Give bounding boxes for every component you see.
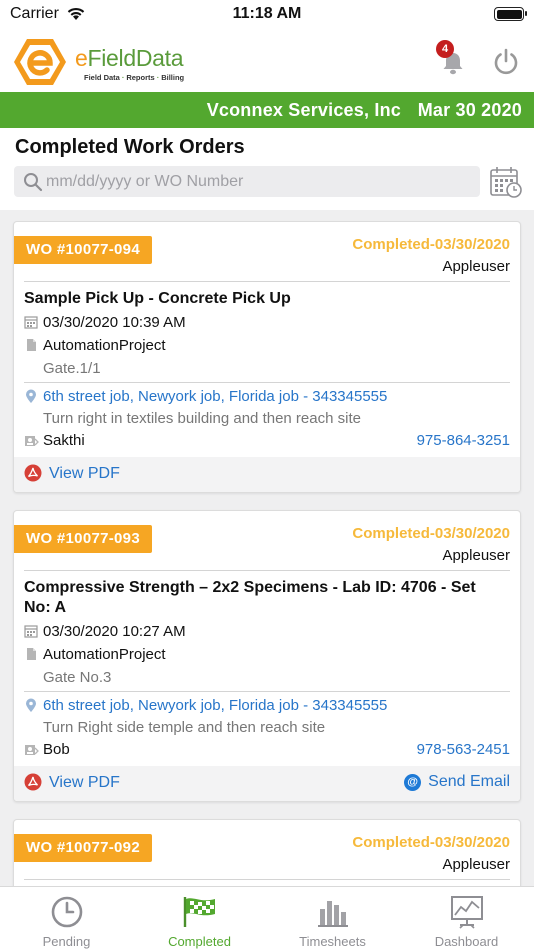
bar-chart-icon <box>316 895 350 934</box>
page-title: Completed Work Orders <box>15 136 245 158</box>
location-row[interactable]: 6th street job, Newyork job, Florida job… <box>24 696 510 716</box>
tab-pending[interactable]: Pending <box>0 887 133 950</box>
calendar-clock-icon <box>490 167 522 198</box>
datetime-row: 03/30/2020 10:39 AM <box>24 313 510 333</box>
document-icon <box>24 647 38 665</box>
pdf-icon <box>24 464 42 482</box>
job-title: Compressive Strength – 2x2 Specimens - L… <box>24 579 476 616</box>
card-actions: View PDF <box>14 457 520 492</box>
notification-badge: 4 <box>436 40 454 58</box>
work-order-list[interactable]: WO #10077-094 Completed-03/30/2020 Apple… <box>0 210 534 886</box>
logo-wordmark: eFieldData <box>75 45 184 71</box>
phone-link[interactable]: 978-563-2451 <box>417 741 510 758</box>
completed-status: Completed-03/30/2020 <box>352 525 510 542</box>
company-name: Vconnex Services, Inc <box>206 100 401 120</box>
battery-icon <box>494 7 527 21</box>
search-icon <box>23 172 43 197</box>
location-link[interactable]: 6th street job, Newyork job, Florida job… <box>43 697 387 714</box>
completed-status: Completed-03/30/2020 <box>352 834 510 851</box>
clock-time: 11:18 AM <box>232 5 302 22</box>
contact-row: Bob 978-563-2451 <box>24 740 510 760</box>
completed-status: Completed-03/30/2020 <box>352 236 510 253</box>
divider <box>24 879 510 880</box>
assigned-user: Appleuser <box>442 856 510 873</box>
assigned-user: Appleuser <box>442 258 510 275</box>
date-picker-button[interactable] <box>489 165 523 204</box>
divider <box>24 570 510 571</box>
divider <box>24 281 510 282</box>
tab-dashboard[interactable]: Dashboard <box>400 887 533 950</box>
work-order-card[interactable]: WO #10077-092 Completed-03/30/2020 Apple… <box>13 819 521 886</box>
company-banner: Vconnex Services, Inc Mar 30 2020 <box>0 92 534 128</box>
directions-row: Turn Right side temple and then reach si… <box>43 719 326 736</box>
clock-icon <box>50 895 84 934</box>
wo-number-badge: WO #10077-092 <box>14 834 152 862</box>
document-icon <box>24 338 38 356</box>
wo-number-badge: WO #10077-093 <box>14 525 152 553</box>
power-icon <box>494 48 518 75</box>
assigned-user: Appleuser <box>442 547 510 564</box>
datetime-row: 03/30/2020 10:27 AM <box>24 622 510 642</box>
wo-number-badge: WO #10077-094 <box>14 236 152 264</box>
banner-date: Mar 30 2020 <box>417 100 522 120</box>
divider <box>24 382 510 383</box>
title-area: Completed Work Orders <box>0 128 534 210</box>
logo-tagline: Field Data · Reports · Billing <box>84 73 185 82</box>
map-pin-icon <box>24 698 38 717</box>
gate-row: Gate.1/1 <box>43 360 101 377</box>
search-box[interactable] <box>14 166 480 197</box>
calendar-icon <box>24 624 38 642</box>
tab-completed[interactable]: Completed <box>133 887 266 950</box>
gate-row: Gate No.3 <box>43 669 112 686</box>
logout-button[interactable] <box>491 47 521 82</box>
search-input[interactable] <box>46 166 466 197</box>
work-order-card[interactable]: WO #10077-093 Completed-03/30/2020 Apple… <box>13 510 521 802</box>
contact-name: Sakthi <box>43 432 85 449</box>
efielddata-logo: eFieldData Field Data · Reports · Billing <box>12 36 212 88</box>
contact-card-icon <box>24 433 39 451</box>
work-order-card[interactable]: WO #10077-094 Completed-03/30/2020 Apple… <box>13 221 521 493</box>
logo-hexagon-icon <box>14 39 66 85</box>
location-row[interactable]: 6th street job, Newyork job, Florida job… <box>24 387 510 407</box>
contact-row: Sakthi 975-864-3251 <box>24 431 510 451</box>
view-pdf-button[interactable]: View PDF <box>24 773 120 793</box>
project-row: AutomationProject <box>24 645 510 665</box>
bottom-tab-bar: Pending Completed Timesheets Dashboard <box>0 886 534 950</box>
directions-row: Turn right in textiles building and then… <box>43 410 361 427</box>
location-link[interactable]: 6th street job, Newyork job, Florida job… <box>43 388 387 405</box>
tab-timesheets[interactable]: Timesheets <box>266 887 399 950</box>
map-pin-icon <box>24 389 38 408</box>
notifications-button[interactable]: 4 <box>436 40 466 81</box>
dashboard-icon <box>449 895 485 934</box>
card-actions: View PDF @ Send Email <box>14 766 520 801</box>
app-header: eFieldData Field Data · Reports · Billing 4 <box>0 30 534 92</box>
divider <box>24 691 510 692</box>
pdf-icon <box>24 773 42 791</box>
send-email-button[interactable]: @ Send Email <box>404 773 510 793</box>
contact-card-icon <box>24 742 39 760</box>
phone-link[interactable]: 975-864-3251 <box>417 432 510 449</box>
view-pdf-button[interactable]: View PDF <box>24 464 120 484</box>
project-row: AutomationProject <box>24 336 510 356</box>
status-bar: Carrier 11:18 AM <box>0 0 534 30</box>
calendar-icon <box>24 315 38 333</box>
contact-name: Bob <box>43 741 70 758</box>
flag-icon <box>182 895 218 934</box>
job-title: Sample Pick Up - Concrete Pick Up <box>24 290 291 307</box>
